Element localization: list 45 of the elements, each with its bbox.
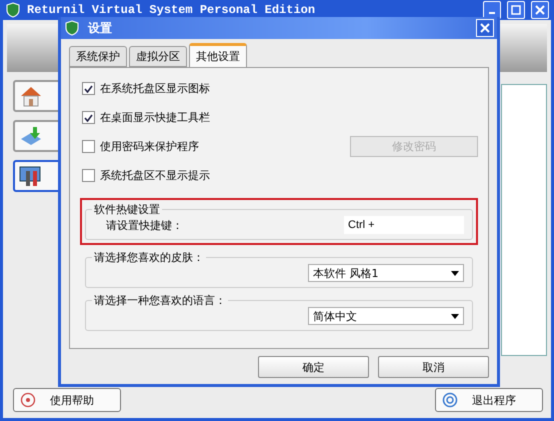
field-label: 请设置快捷键： (106, 218, 183, 232)
language-dropdown[interactable]: 简体中文 (308, 307, 464, 325)
checkbox[interactable] (82, 140, 95, 153)
dropdown-arrow-icon[interactable] (451, 314, 459, 318)
window-title: Returnil Virtual System Personal Edition (27, 3, 316, 17)
ok-button[interactable]: 确定 (258, 356, 369, 378)
skin-dropdown[interactable]: 本软件 风格1 (308, 264, 464, 282)
close-button[interactable] (531, 1, 549, 19)
exit-button[interactable]: 退出程序 (435, 388, 543, 412)
checkbox[interactable] (82, 169, 95, 182)
dialog-title: 设置 (88, 20, 113, 36)
check-icon (84, 114, 93, 122)
minimize-button[interactable] (483, 1, 501, 19)
shield-icon (64, 20, 80, 36)
maximize-button[interactable] (507, 1, 525, 19)
tab[interactable]: 系统保护 (69, 46, 127, 67)
sidebar-button[interactable] (13, 120, 61, 152)
option-label: 使用密码来保护程序 (100, 139, 199, 154)
sidebar-button[interactable] (13, 80, 61, 112)
option-label: 系统托盘区不显示提示 (100, 168, 210, 183)
close-icon (535, 5, 545, 15)
help-icon (20, 392, 36, 408)
help-button[interactable]: 使用帮助 (13, 388, 121, 412)
sidebar-button[interactable] (13, 160, 61, 192)
checkbox[interactable] (82, 111, 95, 124)
tab[interactable]: 虚拟分区 (129, 46, 187, 67)
option-label: 在桌面显示快捷工具栏 (100, 110, 210, 125)
house-icon (19, 85, 43, 107)
close-icon (480, 23, 490, 33)
tools-icon (19, 165, 43, 187)
dropdown-arrow-icon[interactable] (451, 270, 459, 276)
download-icon (19, 125, 43, 147)
tab[interactable]: 其他设置 (189, 43, 247, 67)
group-title: 请选择一种您喜欢的语言： (93, 294, 227, 307)
hotkey-field[interactable]: Ctrl + (344, 216, 464, 234)
cancel-button[interactable]: 取消 (378, 356, 489, 378)
group-title: 软件热键设置 (93, 203, 161, 216)
option-label: 在系统托盘区显示图标 (100, 81, 210, 96)
exit-icon (442, 392, 458, 408)
shield-icon (5, 2, 21, 18)
check-icon (84, 84, 93, 92)
maximize-icon (511, 5, 521, 15)
close-button[interactable] (476, 19, 494, 37)
checkbox[interactable] (82, 82, 95, 95)
group-title: 请选择您喜欢的皮肤： (93, 251, 205, 264)
